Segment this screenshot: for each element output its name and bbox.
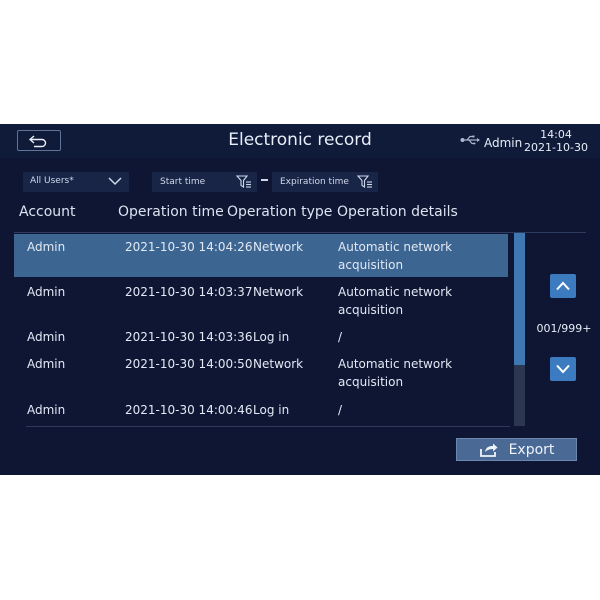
column-header-account: Account	[19, 204, 76, 220]
cell-operation-details: /	[338, 330, 343, 344]
table-row[interactable]: Admin 2021-10-30 14:00:46 Log in /	[14, 399, 508, 423]
export-label: Export	[508, 441, 555, 458]
user-filter-value: All Users*	[30, 176, 74, 186]
cell-account: Admin	[27, 240, 66, 254]
start-time-label: Start time	[160, 177, 206, 187]
current-user: Admin	[484, 136, 523, 150]
column-header-operation-time: Operation time	[118, 204, 224, 220]
column-header-operation-type: Operation type	[227, 204, 333, 220]
chevron-down-icon	[108, 177, 122, 186]
table-row[interactable]: Admin 2021-10-30 14:03:37 Network Automa…	[14, 280, 508, 323]
expiration-time-filter[interactable]: Expiration time	[272, 172, 378, 192]
start-time-filter[interactable]: Start time	[152, 172, 257, 192]
cell-operation-details: /	[338, 403, 343, 417]
cell-operation-time: 2021-10-30 14:03:36	[125, 330, 253, 344]
cell-operation-type: Network	[253, 285, 304, 299]
cell-operation-type: Network	[253, 240, 304, 254]
page-down-button[interactable]	[550, 357, 576, 381]
cell-account: Admin	[27, 330, 66, 344]
cell-operation-time: 2021-10-30 14:00:50	[125, 357, 253, 371]
top-bar: Electronic record Admin 14:04 2021-10-30	[0, 124, 600, 158]
table-row[interactable]: Admin 2021-10-30 14:03:36 Log in /	[14, 326, 508, 350]
table-row[interactable]: Admin 2021-10-30 14:00:50 Network Automa…	[14, 353, 508, 396]
cell-operation-type: Log in	[253, 330, 290, 344]
clock: 14:04 2021-10-30	[522, 128, 590, 154]
page-up-button[interactable]	[550, 274, 576, 298]
cell-operation-time: 2021-10-30 14:00:46	[125, 403, 253, 417]
clock-time: 14:04	[540, 128, 572, 141]
cell-account: Admin	[27, 285, 66, 299]
chevron-up-icon	[556, 281, 570, 291]
scrollbar-thumb[interactable]	[514, 233, 525, 365]
cell-account: Admin	[27, 403, 66, 417]
cell-account: Admin	[27, 357, 66, 371]
date-range-separator	[261, 179, 268, 181]
export-button[interactable]: Export	[456, 438, 577, 461]
cell-operation-time: 2021-10-30 14:04:26	[125, 240, 253, 254]
cell-operation-time: 2021-10-30 14:03:37	[125, 285, 253, 299]
table-divider	[26, 426, 510, 427]
page-counter: 001/999+	[536, 322, 592, 335]
expiration-time-label: Expiration time	[280, 177, 349, 187]
cell-operation-type: Log in	[253, 403, 290, 417]
export-share-icon	[479, 443, 498, 457]
usb-icon	[460, 135, 480, 145]
electronic-record-screen: Electronic record Admin 14:04 2021-10-30…	[0, 124, 600, 475]
column-header-operation-details: Operation details	[337, 204, 458, 220]
chevron-down-icon	[556, 364, 570, 374]
cell-operation-details: Automatic network acquisition	[338, 285, 453, 317]
table-divider	[14, 232, 586, 233]
filter-icon	[357, 175, 372, 188]
cell-operation-details: Automatic network acquisition	[338, 357, 453, 389]
filter-icon	[236, 175, 251, 188]
cell-operation-details: Automatic network acquisition	[338, 240, 453, 272]
table-row[interactable]: Admin 2021-10-30 14:04:26 Network Automa…	[14, 234, 508, 277]
cell-operation-type: Network	[253, 357, 304, 371]
user-filter-select[interactable]: All Users*	[23, 172, 129, 192]
clock-date: 2021-10-30	[524, 141, 588, 154]
